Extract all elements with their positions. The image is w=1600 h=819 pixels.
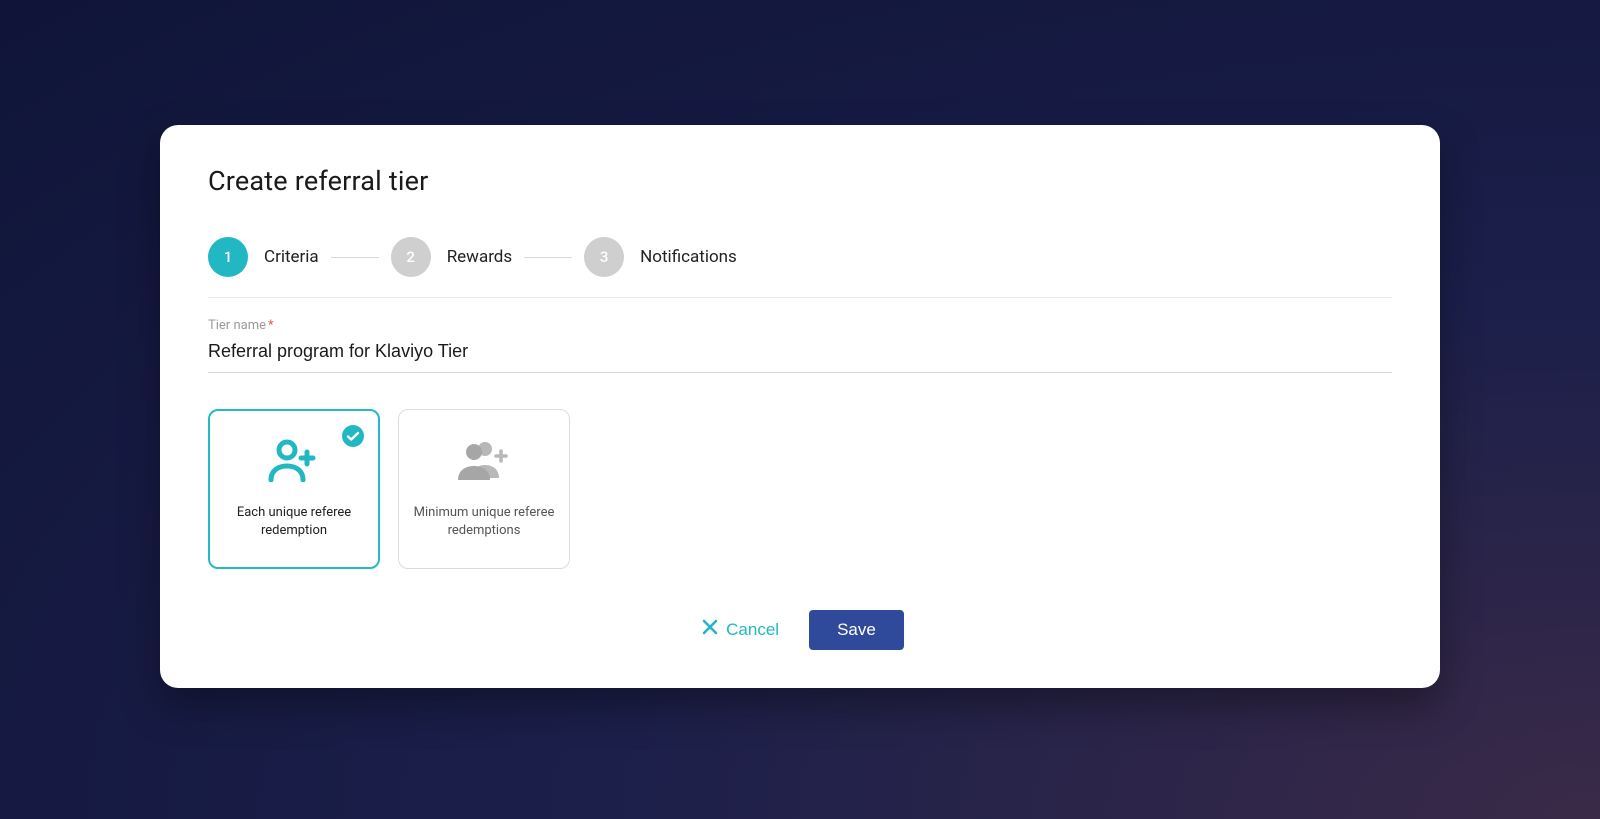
- cancel-button[interactable]: Cancel: [696, 609, 785, 650]
- required-marker: *: [268, 318, 274, 333]
- step-criteria[interactable]: 1 Criteria: [208, 237, 319, 277]
- step-label: Notifications: [640, 247, 737, 267]
- step-connector: [524, 257, 572, 258]
- page-title: Create referral tier: [208, 165, 1392, 197]
- step-label: Rewards: [447, 247, 512, 267]
- criteria-options: Each unique referee redemption Minimum u…: [208, 409, 1392, 569]
- step-connector: [331, 257, 379, 258]
- close-icon: [702, 619, 718, 640]
- step-notifications[interactable]: 3 Notifications: [584, 237, 737, 277]
- step-number-badge: 2: [391, 237, 431, 277]
- tier-name-input[interactable]: [208, 337, 1392, 373]
- option-minimum-unique-referee[interactable]: Minimum unique referee redemptions: [398, 409, 570, 569]
- stepper: 1 Criteria 2 Rewards 3 Notifications: [208, 237, 1392, 298]
- step-number-badge: 3: [584, 237, 624, 277]
- option-each-unique-referee[interactable]: Each unique referee redemption: [208, 409, 380, 569]
- option-label: Each unique referee redemption: [224, 504, 364, 539]
- step-label: Criteria: [264, 247, 319, 267]
- tier-name-field: Tier name*: [208, 318, 1392, 373]
- tier-name-label: Tier name*: [208, 318, 1392, 333]
- modal-card: Create referral tier 1 Criteria 2 Reward…: [160, 125, 1440, 688]
- person-add-icon: [267, 438, 321, 486]
- step-number-badge: 1: [208, 237, 248, 277]
- footer-actions: Cancel Save: [208, 609, 1392, 650]
- checkmark-icon: [342, 425, 364, 451]
- step-rewards[interactable]: 2 Rewards: [391, 237, 512, 277]
- people-add-icon: [457, 438, 511, 486]
- option-label: Minimum unique referee redemptions: [413, 504, 555, 539]
- save-button[interactable]: Save: [809, 610, 904, 650]
- cancel-label: Cancel: [726, 620, 779, 640]
